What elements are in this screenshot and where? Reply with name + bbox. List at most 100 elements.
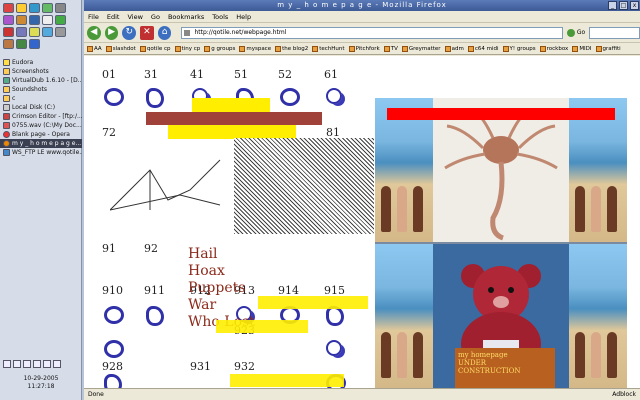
virtualdub-icon — [3, 77, 10, 84]
task-firefox-homepage[interactable]: m y _ h o m e p a g e... — [0, 139, 82, 148]
bookmark-item[interactable]: tiny cp — [174, 45, 200, 52]
bookmark-item[interactable]: Y! groups — [502, 45, 536, 52]
bookmark-icon — [467, 45, 474, 52]
bookmark-label: TV — [390, 45, 398, 52]
launcher-icon[interactable] — [42, 15, 53, 25]
menu-view[interactable]: View — [127, 13, 142, 21]
search-input[interactable] — [589, 26, 640, 39]
bookmark-label: Y! groups — [509, 45, 536, 52]
reload-button[interactable]: ↻ — [122, 25, 137, 40]
launcher-icon[interactable] — [29, 39, 40, 49]
bookmark-item[interactable]: qotile cp — [139, 45, 171, 52]
bookmark-icon — [383, 45, 390, 52]
maximize-button[interactable]: □ — [619, 1, 628, 10]
task-ws-ftp[interactable]: WS_FTP LE www.qotile... — [0, 148, 82, 157]
launcher-icon[interactable] — [16, 15, 27, 25]
task-crimson-editor[interactable]: Crimson Editor - [ftp:/... — [0, 112, 82, 121]
menu-go[interactable]: Go — [151, 13, 160, 21]
knot-diagram — [146, 88, 164, 108]
browser-window: m y _ h o m e p a g e - Mozilla Firefox … — [84, 0, 640, 400]
menu-file[interactable]: File — [88, 13, 99, 21]
launcher-icon[interactable] — [42, 3, 53, 13]
task-opera[interactable]: Blank page - Opera — [0, 130, 82, 139]
bookmark-label: MIDI — [579, 45, 592, 52]
knot-number: 931 — [190, 360, 211, 373]
clock[interactable]: 10-29-2005 11:27:18 — [0, 375, 82, 391]
launcher-icon[interactable] — [55, 15, 66, 25]
bookmark-label: myspace — [246, 45, 272, 52]
launcher-icon[interactable] — [29, 3, 40, 13]
menu-tools[interactable]: Tools — [212, 13, 228, 21]
launcher-icon[interactable] — [29, 27, 40, 37]
task-label: VirtualDub 1.6.10 - [D... — [12, 77, 82, 84]
bookmark-item[interactable]: g groups — [204, 45, 235, 52]
tray-icon[interactable] — [23, 360, 31, 368]
knot-diagram — [326, 340, 342, 356]
menu-edit[interactable]: Edit — [107, 13, 120, 21]
menu-bookmarks[interactable]: Bookmarks — [168, 13, 204, 21]
tray-icon[interactable] — [3, 360, 11, 368]
task-c[interactable]: c — [0, 94, 82, 103]
bookmark-item[interactable]: c64 midi — [467, 45, 499, 52]
bookmark-item[interactable]: Pitchfork — [348, 45, 380, 52]
bookmark-item[interactable]: Greymatter — [401, 45, 441, 52]
poster-line: Puppets — [188, 280, 246, 296]
forward-button[interactable]: ▶ — [104, 25, 119, 40]
window-title: m y _ h o m e p a g e - Mozilla Firefox — [277, 1, 447, 9]
adblock-status[interactable]: Adblock — [612, 389, 636, 400]
page-content[interactable]: 01 31 41 51 52 61 72 81 91 92 910 911 91… — [84, 56, 640, 388]
tray-icon[interactable] — [53, 360, 61, 368]
bookmark-icon — [204, 45, 211, 52]
title-bar[interactable]: m y _ h o m e p a g e - Mozilla Firefox … — [84, 0, 640, 11]
knot-diagram — [326, 306, 344, 326]
home-button[interactable]: ⌂ — [157, 25, 172, 40]
bookmark-item[interactable]: rockbox — [539, 45, 568, 52]
photo-collage: my homepage UNDER CONSTRUCTION — [375, 98, 627, 388]
tray-icon[interactable] — [33, 360, 41, 368]
person — [381, 332, 391, 378]
launcher-icon[interactable] — [55, 3, 66, 13]
launcher-icon[interactable] — [16, 39, 27, 49]
knot-diagram — [280, 88, 300, 106]
bookmark-item[interactable]: myspace — [239, 45, 272, 52]
knot-diagram — [104, 88, 124, 106]
bookmark-item[interactable]: TV — [383, 45, 398, 52]
back-button[interactable]: ◀ — [87, 25, 101, 40]
minimize-button[interactable]: _ — [608, 1, 617, 10]
bookmark-label: Pitchfork — [355, 45, 380, 52]
tray-icon[interactable] — [13, 360, 21, 368]
launcher-icon[interactable] — [3, 15, 14, 25]
ftp-icon — [3, 149, 10, 156]
bookmark-item[interactable]: the blog2 — [275, 45, 308, 52]
bookmark-item[interactable]: graffiti — [595, 45, 621, 52]
launcher-icon[interactable] — [16, 3, 27, 13]
go-button[interactable]: Go — [566, 28, 585, 37]
launcher-icon[interactable] — [3, 39, 14, 49]
launcher-icon[interactable] — [42, 27, 53, 37]
launcher-icon[interactable] — [29, 15, 40, 25]
stop-button[interactable]: ✕ — [140, 25, 154, 40]
launcher-icon[interactable] — [3, 3, 14, 13]
launcher-icon[interactable] — [16, 27, 27, 37]
bookmark-item[interactable]: MIDI — [572, 45, 592, 52]
task-soundshots[interactable]: Soundshots — [0, 85, 82, 94]
bookmark-icon — [105, 45, 112, 52]
task-wav-file[interactable]: 0755.wav (C:\My Doc... — [0, 121, 82, 130]
knot-number: 61 — [324, 68, 338, 81]
bookmark-item[interactable]: slashdot — [105, 45, 136, 52]
tray-icon[interactable] — [43, 360, 51, 368]
launcher-icon[interactable] — [3, 27, 14, 37]
task-screenshots[interactable]: Screenshots — [0, 67, 82, 76]
task-local-disk[interactable]: Local Disk (C:) — [0, 103, 82, 112]
task-virtualdub[interactable]: VirtualDub 1.6.10 - [D... — [0, 76, 82, 85]
stop-icon: ✕ — [143, 26, 151, 37]
yellow-block — [258, 296, 368, 309]
launcher-icon[interactable] — [55, 27, 66, 37]
close-button[interactable]: x — [630, 1, 639, 10]
bookmark-item[interactable]: AA — [87, 45, 102, 52]
bookmark-item[interactable]: adm — [444, 45, 464, 52]
bookmark-item[interactable]: techHunt — [312, 45, 345, 52]
task-eudora[interactable]: Eudora — [0, 58, 82, 67]
menu-help[interactable]: Help — [236, 13, 251, 21]
address-bar[interactable]: http://qotile.net/webpage.html — [181, 26, 563, 39]
